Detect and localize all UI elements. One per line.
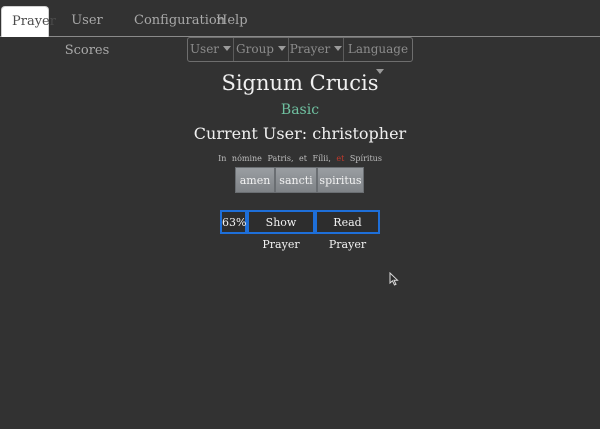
tab-help[interactable]: Help xyxy=(206,6,248,36)
read-prayer-button[interactable]: Read Prayer xyxy=(315,210,380,251)
prayer-text-after: Spíritus xyxy=(349,154,382,163)
caret-down-icon xyxy=(334,46,343,51)
prayer-text-before: In nómine Patris, et Fílii, xyxy=(218,154,331,163)
prayer-title: Signum Crucis xyxy=(221,71,379,95)
prayer-text: In nómine Patris, et Fílii, et Spíritus xyxy=(0,154,600,163)
mouse-pointer-icon xyxy=(389,272,399,286)
difficulty-level: Basic xyxy=(280,102,320,118)
tab-user-scores[interactable]: User Scores xyxy=(52,6,122,58)
current-user: Current User: christopher xyxy=(193,124,407,143)
word-choices: amen sancti spiritus xyxy=(235,167,364,193)
choice-spiritus-button[interactable]: spiritus xyxy=(317,167,364,193)
tab-prayer[interactable]: Prayer xyxy=(1,6,56,37)
language-dropdown-label: Language xyxy=(347,42,409,56)
choice-amen-button[interactable]: amen xyxy=(235,167,275,193)
group-dropdown[interactable]: Group xyxy=(234,38,289,61)
tab-bar: Prayer User Scores Configuration Help xyxy=(0,0,600,58)
user-dropdown-label: User xyxy=(189,42,220,56)
selector-toolbar: User Group Prayer Language xyxy=(187,37,413,74)
prayer-dropdown[interactable]: Prayer xyxy=(289,38,344,61)
score-button[interactable]: 63% xyxy=(220,210,247,234)
tab-configuration[interactable]: Configuration xyxy=(124,6,225,36)
group-dropdown-label: Group xyxy=(236,42,274,56)
choice-sancti-button[interactable]: sancti xyxy=(275,167,317,193)
caret-down-icon xyxy=(277,46,286,51)
prayer-actions: 63% Show Prayer Read Prayer xyxy=(220,210,380,251)
show-prayer-button[interactable]: Show Prayer xyxy=(247,210,315,251)
language-dropdown[interactable]: Language xyxy=(344,38,412,74)
prayer-dropdown-label: Prayer xyxy=(289,42,331,56)
caret-down-icon xyxy=(223,46,232,51)
prayer-text-highlight: et xyxy=(336,154,345,163)
user-dropdown[interactable]: User xyxy=(188,38,234,61)
